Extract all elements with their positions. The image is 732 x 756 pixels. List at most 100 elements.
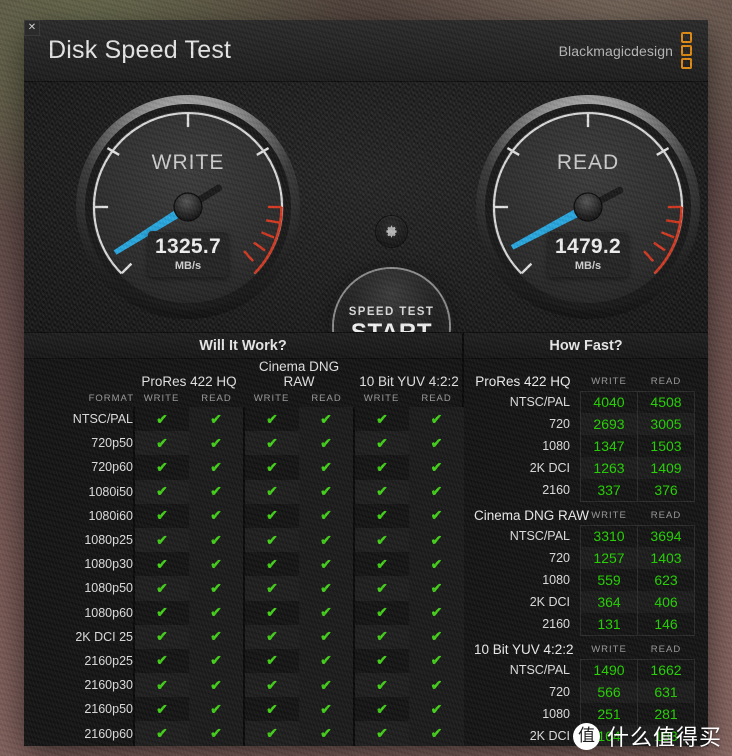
- supported-check-icon: ✔: [353, 721, 410, 746]
- supported-check-icon: ✔: [353, 648, 410, 674]
- table-row: 2K DCI 25 ✔ ✔ ✔ ✔ ✔ ✔: [24, 624, 465, 649]
- how-fast-group-header: 10 Bit YUV 4:2:2 WRITE READ: [474, 635, 695, 659]
- codec-header-0: ProRes 422 HQ: [141, 374, 237, 389]
- supported-check-icon: ✔: [156, 410, 168, 427]
- format-label: 2160p60: [24, 721, 135, 746]
- speed-test-start-button[interactable]: SPEED TEST START: [334, 269, 449, 332]
- supported-check-icon: ✔: [134, 721, 189, 746]
- write-speed-value: 337: [580, 479, 638, 502]
- supported-check-icon: ✔: [353, 527, 410, 553]
- how-fast-subheader-read: READ: [650, 510, 682, 521]
- resolution-label: 720: [549, 685, 570, 699]
- write-readout: 1325.7 MB/s: [148, 231, 228, 277]
- supported-check-icon: ✔: [243, 697, 300, 722]
- supported-check-icon: ✔: [409, 407, 465, 432]
- how-fast-title: How Fast?: [464, 333, 708, 359]
- read-speed-value: 1403: [637, 547, 695, 569]
- results-area: Will It Work? ProRes 422 HQ Cinema DNG R…: [24, 333, 708, 746]
- format-column-header: FORMAT: [88, 392, 134, 404]
- supported-check-icon: ✔: [409, 552, 465, 577]
- read-speed-value: 3694: [637, 524, 695, 547]
- will-it-work-title: Will It Work?: [24, 333, 462, 359]
- supported-check-icon: ✔: [156, 507, 168, 524]
- read-speed-value: 376: [637, 479, 695, 502]
- supported-check-icon: ✔: [409, 648, 465, 674]
- how-fast-group-header: ProRes 422 HQ WRITE READ: [474, 367, 695, 391]
- supported-check-icon: ✔: [409, 697, 465, 722]
- resolution-label: NTSC/PAL: [509, 663, 570, 677]
- format-label: 720p60: [24, 455, 135, 480]
- read-speed-value: 623: [637, 569, 695, 591]
- supported-check-icon: ✔: [189, 479, 245, 504]
- supported-check-icon: ✔: [353, 624, 410, 649]
- table-row: 2160p25 ✔ ✔ ✔ ✔ ✔ ✔: [24, 648, 465, 674]
- gear-icon[interactable]: [376, 216, 407, 247]
- page-title: Disk Speed Test: [48, 36, 232, 64]
- table-row: 2K DCI 364 406: [474, 591, 695, 613]
- write-gauge: WRITE 1325.7 MB/s: [75, 94, 301, 320]
- format-label: 1080p30: [24, 552, 135, 577]
- subheader-write-0: WRITE: [143, 392, 180, 404]
- table-row: 2160p50 ✔ ✔ ✔ ✔ ✔ ✔: [24, 697, 465, 722]
- supported-check-icon: ✔: [353, 697, 410, 722]
- supported-check-icon: ✔: [409, 624, 465, 649]
- write-speed-value: 1347: [580, 435, 638, 457]
- table-row: 1080p50 ✔ ✔ ✔ ✔ ✔ ✔: [24, 576, 465, 601]
- supported-check-icon: ✔: [243, 600, 300, 625]
- how-fast-group-name: 10 Bit YUV 4:2:2: [474, 642, 574, 657]
- supported-check-icon: ✔: [243, 721, 300, 746]
- supported-check-icon: ✔: [243, 648, 300, 674]
- supported-check-icon: ✔: [156, 652, 168, 669]
- supported-check-icon: ✔: [189, 552, 245, 577]
- resolution-label: NTSC/PAL: [509, 529, 570, 543]
- start-button-subtitle: SPEED TEST: [348, 306, 435, 318]
- supported-check-icon: ✔: [299, 673, 355, 698]
- close-icon[interactable]: ✕: [24, 20, 40, 36]
- table-row: 720 566 631: [474, 681, 695, 703]
- supported-check-icon: ✔: [189, 600, 245, 625]
- table-row: 2160p30 ✔ ✔ ✔ ✔ ✔ ✔: [24, 673, 465, 698]
- supported-check-icon: ✔: [353, 407, 410, 432]
- supported-check-icon: ✔: [409, 673, 465, 698]
- how-fast-body: ProRes 422 HQ WRITE READ NTSC/PAL 4040 4508 72…: [474, 367, 695, 746]
- supported-check-icon: ✔: [189, 431, 245, 456]
- format-label: 2160p25: [24, 648, 135, 674]
- how-fast-subheader-read: READ: [650, 375, 682, 387]
- resolution-label: 1080: [542, 573, 570, 587]
- write-speed-value: 131: [580, 613, 638, 636]
- supported-check-icon: ✔: [353, 673, 410, 698]
- supported-check-icon: ✔: [409, 479, 465, 504]
- supported-check-icon: ✔: [189, 503, 245, 528]
- supported-check-icon: ✔: [243, 527, 300, 553]
- blackmagic-mark-icon: [681, 32, 692, 69]
- supported-check-icon: ✔: [299, 552, 355, 577]
- supported-check-icon: ✔: [409, 600, 465, 625]
- will-it-work-header: ProRes 422 HQ Cinema DNG RAW 10 Bit YUV …: [24, 359, 464, 407]
- supported-check-icon: ✔: [243, 407, 300, 432]
- brand-logo: Blackmagicdesign: [559, 32, 692, 69]
- table-row: 2K DCI 164 183: [474, 725, 695, 746]
- supported-check-icon: ✔: [189, 576, 245, 601]
- write-speed-value: 3310: [580, 524, 638, 547]
- how-fast-group-name: Cinema DNG RAW: [474, 508, 590, 523]
- subheader-read-1: READ: [311, 392, 342, 404]
- write-speed-value: 1490: [580, 658, 638, 681]
- will-it-work-body: NTSC/PAL ✔ ✔ ✔ ✔ ✔ ✔ 720p50 ✔ ✔ ✔ ✔ ✔ ✔ 720p60 ✔ ✔ ✔ ✔ ✔ ✔ 10…: [24, 407, 465, 746]
- supported-check-icon: ✔: [353, 431, 410, 456]
- supported-check-icon: ✔: [409, 527, 465, 553]
- supported-check-icon: ✔: [299, 407, 355, 432]
- subheader-write-2: WRITE: [363, 392, 400, 404]
- resolution-label: 2K DCI: [529, 595, 570, 609]
- supported-check-icon: ✔: [299, 721, 355, 746]
- will-it-work-pane: Will It Work? ProRes 422 HQ Cinema DNG R…: [24, 333, 465, 746]
- read-speed-value: 281: [637, 703, 695, 725]
- resolution-label: 2160: [542, 617, 570, 631]
- how-fast-table: ProRes 422 HQ WRITE READ NTSC/PAL 4040 4508 72…: [474, 367, 695, 746]
- read-speed-value: 1662: [637, 658, 695, 681]
- supported-check-icon: ✔: [134, 527, 189, 553]
- read-unit: MB/s: [574, 260, 602, 272]
- how-fast-subheader-write: WRITE: [591, 375, 627, 387]
- read-speed-value: 631: [637, 681, 695, 703]
- table-row: 2160p60 ✔ ✔ ✔ ✔ ✔ ✔: [24, 721, 465, 746]
- how-fast-subheader-write: WRITE: [591, 644, 627, 655]
